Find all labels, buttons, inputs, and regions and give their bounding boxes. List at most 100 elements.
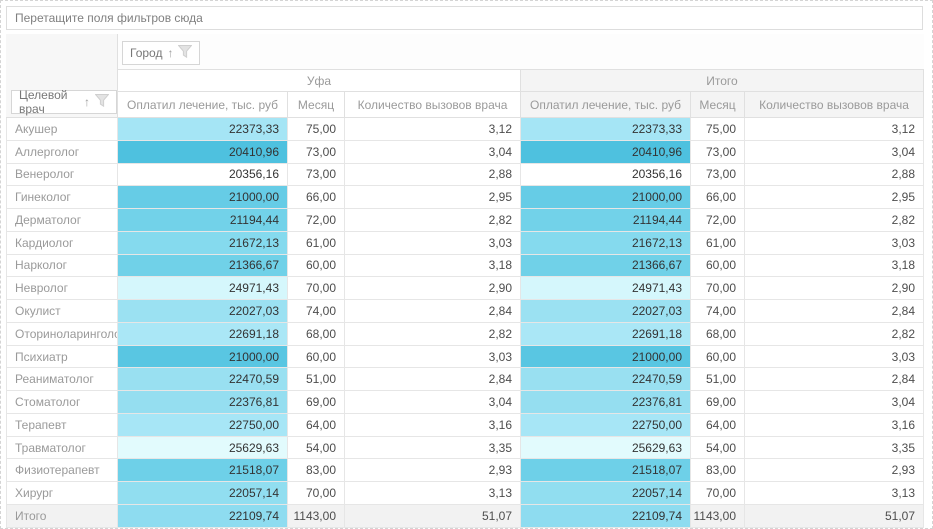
- payment-cell: 21194,44: [118, 209, 288, 232]
- row-label-cell: Кардиолог: [6, 232, 118, 255]
- month-cell: 72,00: [288, 209, 345, 232]
- month-cell: 72,00: [691, 209, 745, 232]
- calls-cell: 3,03: [745, 346, 924, 369]
- payment-cell: 22057,14: [521, 482, 691, 505]
- calls-cell: 3,16: [345, 414, 521, 437]
- measure-header-payment-total[interactable]: Оплатил лечение, тыс. руб: [521, 92, 691, 118]
- row-label-cell: Дерматолог: [6, 209, 118, 232]
- calls-cell: 3,03: [345, 346, 521, 369]
- calls-cell: 2,84: [345, 300, 521, 323]
- payment-cell: 22691,18: [118, 323, 288, 346]
- payment-cell: 21672,13: [521, 232, 691, 255]
- sort-ascending-icon[interactable]: ↑: [84, 96, 90, 108]
- calls-cell: 2,82: [745, 323, 924, 346]
- row-label-cell: Невролог: [6, 277, 118, 300]
- payment-cell: 22376,81: [521, 391, 691, 414]
- month-cell: 61,00: [691, 232, 745, 255]
- month-cell: 75,00: [691, 118, 745, 141]
- month-cell: 60,00: [288, 346, 345, 369]
- row-label-cell: Акушер: [6, 118, 118, 141]
- month-cell: 60,00: [691, 255, 745, 278]
- calls-cell: 2,95: [345, 186, 521, 209]
- group-label: Итого: [706, 74, 737, 88]
- row-label-cell: Оториноларинголог: [6, 323, 118, 346]
- calls-cell: 2,82: [345, 323, 521, 346]
- payment-cell: 21000,00: [118, 346, 288, 369]
- column-field-button[interactable]: Город ↑: [122, 41, 200, 65]
- filter-fields-drop-area[interactable]: Перетащите поля фильтров сюда: [6, 6, 923, 30]
- payment-cell: 20356,16: [118, 164, 288, 187]
- column-field-label: Город: [130, 46, 162, 60]
- calls-cell: 3,03: [345, 232, 521, 255]
- month-cell: 60,00: [288, 255, 345, 278]
- payment-cell: 22057,14: [118, 482, 288, 505]
- month-cell: 51,00: [288, 368, 345, 391]
- month-cell: 70,00: [288, 482, 345, 505]
- calls-cell: 51,07: [745, 505, 924, 528]
- calls-cell: 2,93: [345, 459, 521, 482]
- month-cell: 1143,00: [691, 505, 745, 528]
- payment-cell: 21366,67: [118, 255, 288, 278]
- filter-funnel-icon[interactable]: [95, 94, 109, 110]
- column-group-header-ufa[interactable]: Уфа: [118, 70, 521, 92]
- calls-cell: 3,13: [345, 482, 521, 505]
- payment-cell: 21000,00: [521, 186, 691, 209]
- measure-header-payment[interactable]: Оплатил лечение, тыс. руб: [118, 92, 288, 118]
- calls-cell: 3,12: [345, 118, 521, 141]
- grand-total-row-label: Итого: [6, 505, 118, 528]
- payment-cell: 22750,00: [118, 414, 288, 437]
- row-label-cell: Физиотерапевт: [6, 459, 118, 482]
- row-label-cell: Травматолог: [6, 437, 118, 460]
- calls-cell: 3,35: [345, 437, 521, 460]
- payment-cell: 21518,07: [521, 459, 691, 482]
- calls-cell: 2,84: [345, 368, 521, 391]
- group-label: Уфа: [307, 74, 331, 88]
- month-cell: 60,00: [691, 346, 745, 369]
- row-label-cell: Хирург: [6, 482, 118, 505]
- payment-cell: 20410,96: [118, 141, 288, 164]
- month-cell: 75,00: [288, 118, 345, 141]
- month-cell: 83,00: [691, 459, 745, 482]
- month-cell: 51,00: [691, 368, 745, 391]
- row-label-cell: Терапевт: [6, 414, 118, 437]
- calls-cell: 3,18: [345, 255, 521, 278]
- payment-cell: 21518,07: [118, 459, 288, 482]
- row-label-cell: Окулист: [6, 300, 118, 323]
- calls-cell: 3,03: [745, 232, 924, 255]
- filter-funnel-icon[interactable]: [178, 45, 192, 61]
- row-field-label: Целевой врач: [19, 88, 79, 116]
- measure-header-month[interactable]: Месяц: [288, 92, 345, 118]
- calls-cell: 3,04: [745, 141, 924, 164]
- month-cell: 64,00: [288, 414, 345, 437]
- month-cell: 73,00: [691, 164, 745, 187]
- month-cell: 74,00: [691, 300, 745, 323]
- month-cell: 54,00: [288, 437, 345, 460]
- payment-cell: 24971,43: [521, 277, 691, 300]
- payment-cell: 22750,00: [521, 414, 691, 437]
- calls-cell: 3,04: [345, 391, 521, 414]
- row-field-button[interactable]: Целевой врач ↑: [11, 90, 117, 114]
- calls-cell: 3,35: [745, 437, 924, 460]
- payment-cell: 24971,43: [118, 277, 288, 300]
- measure-header-calls-total[interactable]: Количество вызовов врача: [745, 92, 924, 118]
- month-cell: 74,00: [288, 300, 345, 323]
- calls-cell: 3,04: [745, 391, 924, 414]
- column-fields-area: Город ↑: [118, 34, 924, 70]
- payment-cell: 22109,74: [118, 505, 288, 528]
- payment-cell: 22027,03: [118, 300, 288, 323]
- payment-cell: 22027,03: [521, 300, 691, 323]
- month-cell: 69,00: [691, 391, 745, 414]
- pivot-table: Целевой врач ↑ Город ↑ Уфа Итого Оплатил…: [6, 34, 924, 528]
- month-cell: 73,00: [691, 141, 745, 164]
- payment-cell: 25629,63: [521, 437, 691, 460]
- measure-header-month-total[interactable]: Месяц: [691, 92, 745, 118]
- month-cell: 1143,00: [288, 505, 345, 528]
- payment-cell: 22373,33: [118, 118, 288, 141]
- calls-cell: 2,93: [745, 459, 924, 482]
- column-group-header-total: Итого: [521, 70, 924, 92]
- measure-header-calls[interactable]: Количество вызовов врача: [345, 92, 521, 118]
- payment-cell: 22109,74: [521, 505, 691, 528]
- sort-ascending-icon[interactable]: ↑: [167, 47, 173, 59]
- row-fields-area: Целевой врач ↑: [6, 34, 118, 118]
- pivot-grid: Перетащите поля фильтров сюда Целевой вр…: [0, 0, 933, 529]
